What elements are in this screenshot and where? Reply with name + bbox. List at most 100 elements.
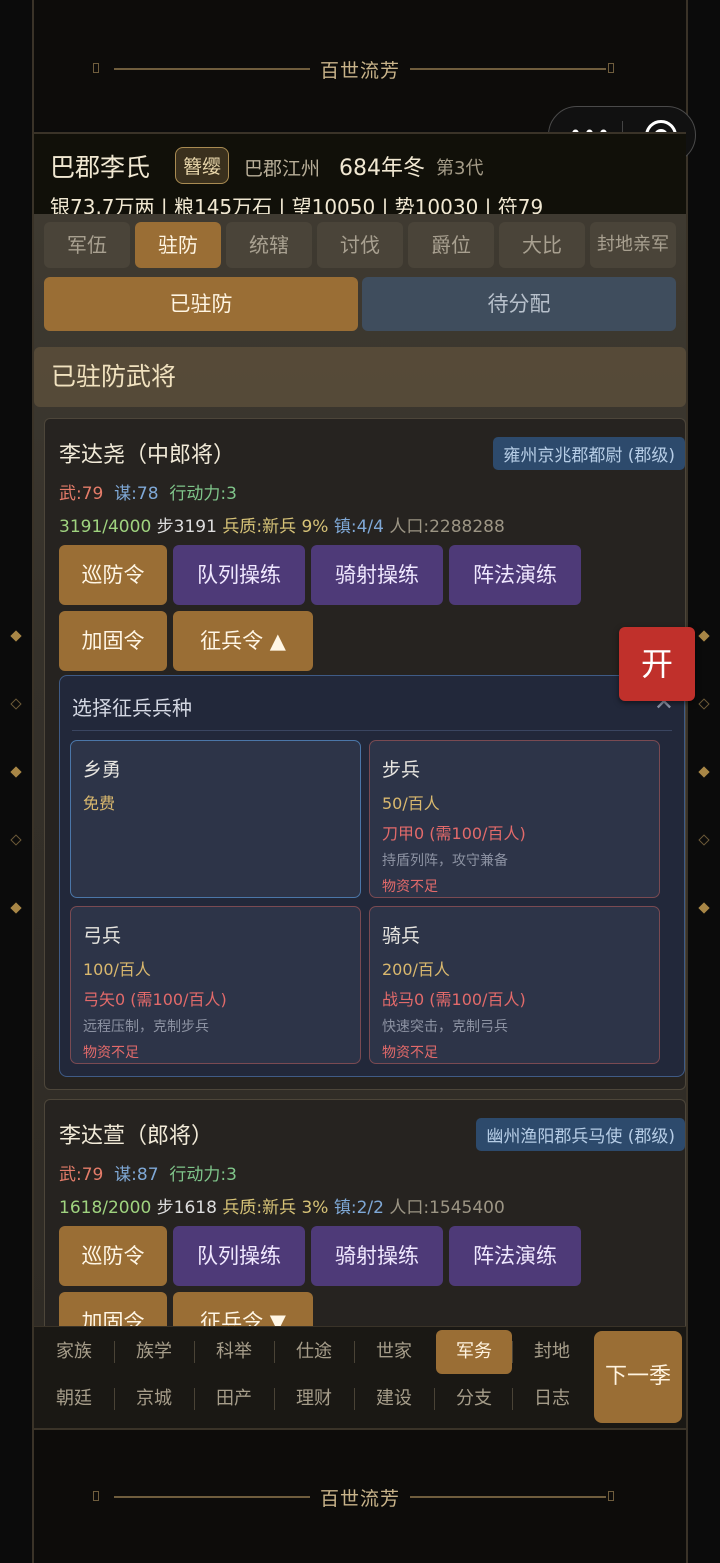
option-cost: 50/百人: [382, 794, 440, 813]
tab-campaign[interactable]: 讨伐: [317, 222, 403, 268]
main-panel: 军伍 驻防 统辖 讨伐 爵位 大比 封地亲军 已驻防 待分配 已驻防武将 李达尧…: [34, 214, 686, 1326]
general-stats: 武:79 谋:78 行动力:3: [59, 479, 237, 504]
right-ornament: [697, 630, 711, 972]
nav-branches[interactable]: 分支: [436, 1377, 512, 1421]
town-count: 镇:2/2: [333, 1198, 384, 1218]
fortify-button[interactable]: 加固令: [59, 611, 167, 671]
post-badge: 雍州京兆郡都尉 (郡级): [493, 437, 685, 470]
troop-count: 1618/2000: [59, 1198, 152, 1218]
recruit-picker: 选择征兵兵种 ✕ 乡勇 免费 步兵 50/百人 刀甲0 (需100/百人) 持盾…: [59, 675, 685, 1077]
general-name: 李达尧（中郎将）: [59, 443, 236, 468]
drill-formation-button[interactable]: 队列操练: [173, 545, 305, 605]
stat-martial: 武:79: [59, 484, 104, 504]
drill-formation-button[interactable]: 队列操练: [173, 1226, 305, 1286]
tab-fief-guard[interactable]: 封地亲军: [590, 222, 676, 268]
stat-action: 行动力:3: [169, 484, 237, 504]
picker-title: 选择征兵兵种: [72, 696, 192, 720]
patrol-button[interactable]: 巡防令: [59, 545, 167, 605]
nav-career[interactable]: 仕途: [276, 1330, 352, 1374]
bottom-nav: 家族 族学 科举 仕途 世家 军务 封地 朝廷 京城 田产 理财 建设 分支 日…: [34, 1326, 686, 1428]
next-season-button[interactable]: 下一季: [594, 1331, 682, 1423]
infantry-count: 步1618: [156, 1198, 217, 1218]
population: 人口:1545400: [389, 1198, 505, 1218]
recruit-button[interactable]: 征兵令 ▲: [173, 611, 313, 671]
option-requirement: 刀甲0 (需100/百人): [382, 824, 526, 843]
option-infantry[interactable]: 步兵 50/百人 刀甲0 (需100/百人) 持盾列阵，攻守兼备 物资不足: [369, 740, 660, 898]
option-name: 步兵: [382, 759, 421, 781]
nav-log[interactable]: 日志: [514, 1377, 590, 1421]
post-badge: 幽州渔阳郡兵马使 (郡级): [476, 1118, 685, 1151]
option-requirement: 弓矢0 (需100/百人): [83, 990, 227, 1009]
patrol-button[interactable]: 巡防令: [59, 1226, 167, 1286]
option-description: 持盾列阵，攻守兼备: [382, 853, 508, 869]
game-year: 684年冬: [339, 156, 425, 181]
nav-construction[interactable]: 建设: [356, 1377, 432, 1421]
nav-families[interactable]: 世家: [356, 1330, 432, 1374]
section-title: 已驻防武将: [34, 347, 686, 407]
nav-clan-school[interactable]: 族学: [116, 1330, 192, 1374]
troop-quality: 兵质:新兵 9%: [222, 517, 329, 537]
tab-army[interactable]: 军伍: [44, 222, 130, 268]
nav-fief[interactable]: 封地: [514, 1330, 590, 1374]
option-cost: 100/百人: [83, 960, 151, 979]
nav-court[interactable]: 朝廷: [36, 1377, 112, 1421]
segment-stationed[interactable]: 已驻防: [44, 277, 358, 331]
kai-button[interactable]: 开: [619, 627, 695, 701]
nav-finance[interactable]: 理财: [276, 1377, 352, 1421]
bottom-banner: 百世流芳: [34, 1428, 686, 1563]
nav-family[interactable]: 家族: [36, 1330, 112, 1374]
option-archer[interactable]: 弓兵 100/百人 弓矢0 (需100/百人) 远程压制，克制步兵 物资不足: [70, 906, 361, 1064]
option-description: 远程压制，克制步兵: [83, 1019, 209, 1035]
frame-right-line: [686, 0, 688, 1563]
troop-quality: 兵质:新兵 3%: [222, 1198, 329, 1218]
option-warning: 物资不足: [382, 879, 438, 895]
population: 人口:2288288: [389, 517, 505, 537]
tab-rank[interactable]: 爵位: [408, 222, 494, 268]
troop-info: 1618/2000 步1618 兵质:新兵 3% 镇:2/2 人口:154540…: [59, 1193, 505, 1218]
horse-archery-button[interactable]: 骑射操练: [311, 545, 443, 605]
tab-garrison[interactable]: 驻防: [135, 222, 221, 268]
clan-location: 巴郡江州: [244, 158, 321, 180]
military-tabs: 军伍 驻防 统辖 讨伐 爵位 大比 封地亲军: [34, 222, 686, 268]
nav-capital[interactable]: 京城: [116, 1377, 192, 1421]
option-description: 快速突击，克制弓兵: [382, 1019, 508, 1035]
troop-info: 3191/4000 步3191 兵质:新兵 9% 镇:4/4 人口:228828…: [59, 512, 505, 537]
segment-pending[interactable]: 待分配: [362, 277, 676, 331]
tab-tournament[interactable]: 大比: [499, 222, 585, 268]
stat-strategy: 谋:78: [114, 484, 159, 504]
recruit-button[interactable]: 征兵令 ▼: [173, 1292, 313, 1326]
option-name: 弓兵: [83, 925, 122, 947]
town-count: 镇:4/4: [333, 517, 384, 537]
option-warning: 物资不足: [83, 1045, 139, 1061]
general-name: 李达萱（郎将）: [59, 1124, 214, 1149]
fortify-button[interactable]: 加固令: [59, 1292, 167, 1326]
infantry-count: 步3191: [156, 517, 217, 537]
nav-estate[interactable]: 田产: [196, 1377, 272, 1421]
option-militia[interactable]: 乡勇 免费: [70, 740, 361, 898]
stat-action: 行动力:3: [169, 1165, 237, 1185]
option-cost: 免费: [83, 794, 116, 813]
clan-header: 巴郡李氏 簪缨 巴郡江州 684年冬 第3代 银73.7万两 | 粮145万石 …: [34, 132, 686, 219]
nav-military[interactable]: 军务: [436, 1330, 512, 1374]
general-stats: 武:79 谋:87 行动力:3: [59, 1160, 237, 1185]
array-drill-button[interactable]: 阵法演练: [449, 545, 581, 605]
tab-command[interactable]: 统辖: [226, 222, 312, 268]
option-cost: 200/百人: [382, 960, 450, 979]
option-requirement: 战马0 (需100/百人): [382, 990, 526, 1009]
general-card: 李达尧（中郎将） 雍州京兆郡都尉 (郡级) 武:79 谋:78 行动力:3 31…: [44, 418, 686, 1090]
status-badge: 簪缨: [175, 147, 230, 184]
option-warning: 物资不足: [382, 1045, 438, 1061]
general-card: 李达萱（郎将） 幽州渔阳郡兵马使 (郡级) 武:79 谋:87 行动力:3 16…: [44, 1099, 686, 1326]
clan-name: 巴郡李氏: [50, 153, 151, 182]
array-drill-button[interactable]: 阵法演练: [449, 1226, 581, 1286]
option-name: 乡勇: [83, 759, 122, 781]
horse-archery-button[interactable]: 骑射操练: [311, 1226, 443, 1286]
option-name: 骑兵: [382, 925, 421, 947]
troop-count: 3191/4000: [59, 517, 152, 537]
left-ornament: [9, 630, 23, 972]
stat-martial: 武:79: [59, 1165, 104, 1185]
stat-strategy: 谋:87: [114, 1165, 159, 1185]
option-cavalry[interactable]: 骑兵 200/百人 战马0 (需100/百人) 快速突击，克制弓兵 物资不足: [369, 906, 660, 1064]
generation: 第3代: [436, 158, 484, 179]
nav-exam[interactable]: 科举: [196, 1330, 272, 1374]
